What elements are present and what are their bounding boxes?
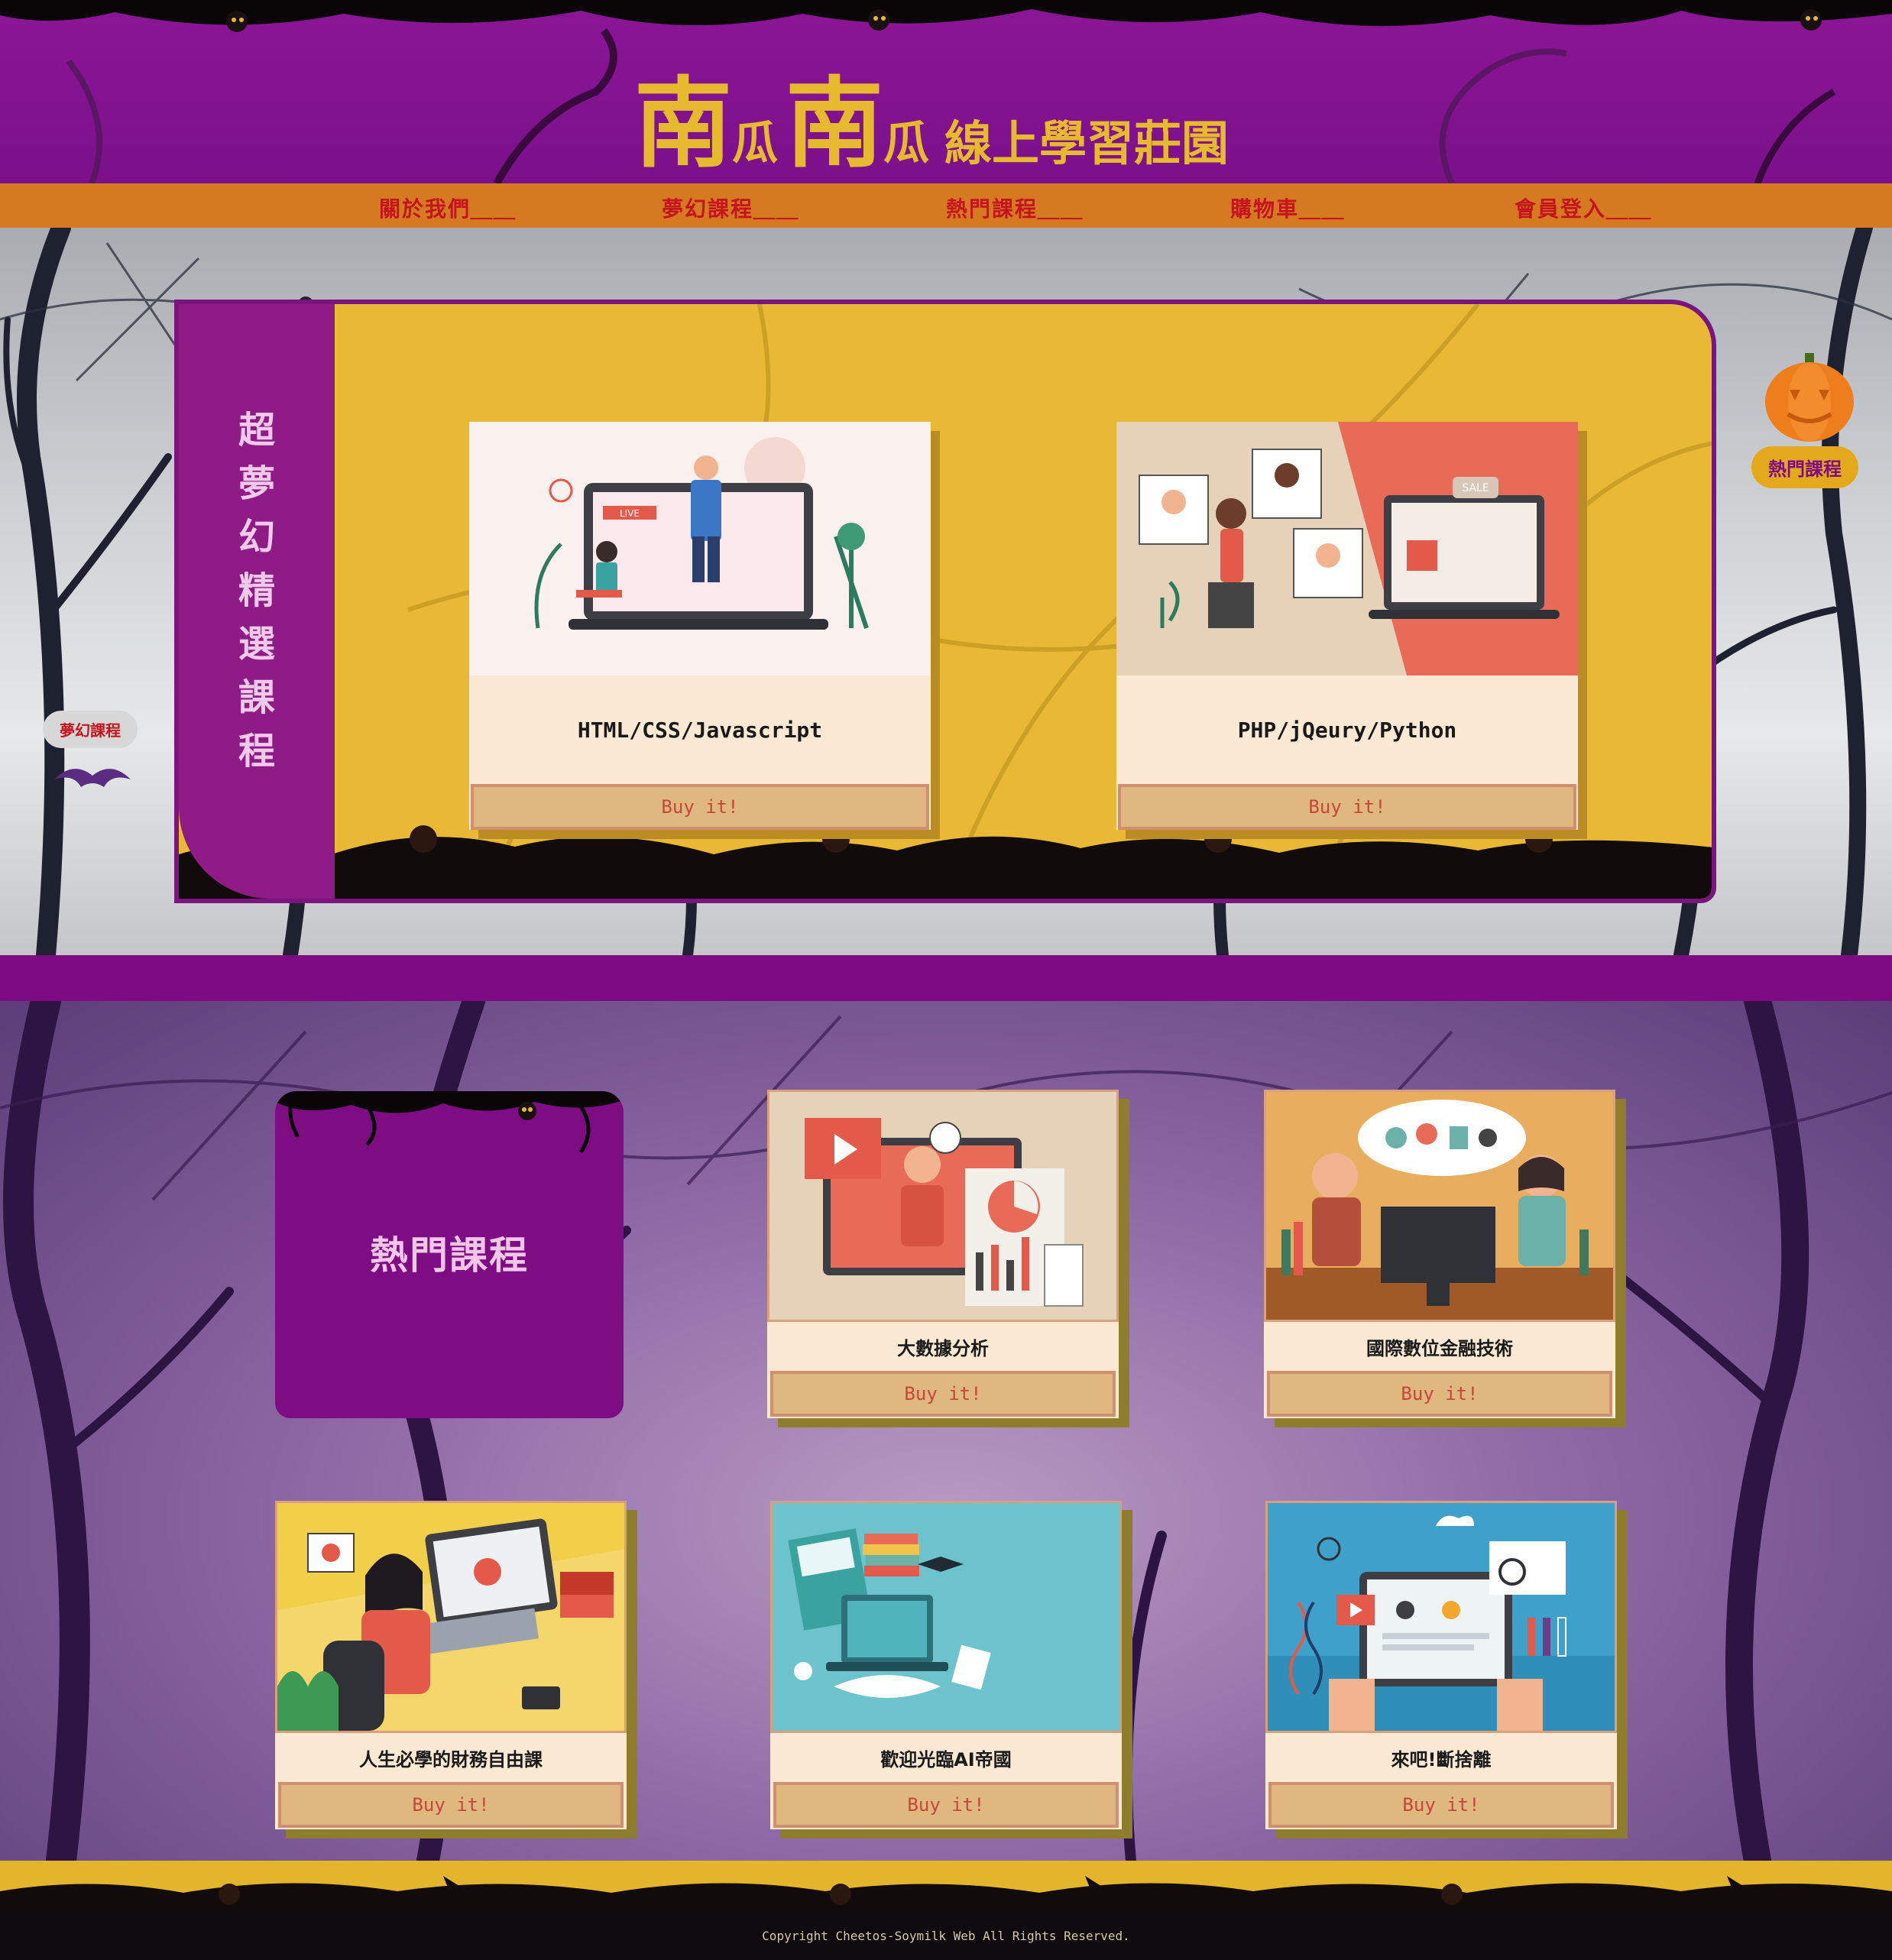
buy-button[interactable]: Buy it! — [471, 784, 929, 830]
nav-login[interactable]: 會員登入＿＿ — [1515, 193, 1652, 223]
video-presentation-illustration — [767, 1090, 1119, 1322]
site-title-char: 南 — [786, 67, 884, 181]
site-header: 南 瓜 南 瓜 線上學習莊園 — [0, 0, 1892, 183]
course-title: 來吧!斷捨離 — [1391, 1748, 1492, 1770]
course-title: 人生必學的財務自由課 — [359, 1748, 543, 1770]
course-card-declutter[interactable]: 來吧!斷捨離 Buy it! — [1265, 1501, 1617, 1829]
buy-button[interactable]: Buy it! — [278, 1782, 624, 1828]
bat-icon — [54, 769, 131, 787]
buy-button[interactable]: Buy it! — [770, 1371, 1116, 1417]
course-card-ai[interactable]: 歡迎光臨AI帝國 Buy it! — [770, 1501, 1122, 1829]
site-title-text: 線上學習莊園 — [944, 115, 1229, 171]
featured-title: 超 夢 幻 精 選 課 程 — [179, 403, 335, 778]
course-card-finance[interactable]: 人生必學的財務自由課 Buy it! — [275, 1501, 627, 1829]
sale-tag: SALE — [1462, 482, 1489, 494]
buy-button[interactable]: Buy it! — [1268, 1782, 1614, 1828]
site-title-char: 瓜 — [883, 117, 930, 170]
featured-title-char: 精 — [238, 569, 275, 612]
course-card-bigdata[interactable]: 大數據分析 Buy it! — [767, 1090, 1119, 1418]
live-tag: LIVE — [620, 508, 640, 519]
site-title[interactable]: 南 瓜 南 瓜 線上學習莊園 — [634, 60, 1229, 174]
course-title: HTML/CSS/Javascript — [577, 717, 823, 743]
tablet-science-illustration — [1265, 1501, 1617, 1733]
course-title: 歡迎光臨AI帝國 — [880, 1748, 1012, 1770]
hot-title: 熱門課程 — [370, 1233, 529, 1278]
course-card-fintech[interactable]: 國際數位金融技術 Buy it! — [1264, 1090, 1615, 1418]
site-title-char: 南 — [634, 67, 733, 181]
nav-dream-courses[interactable]: 夢幻課程＿＿ — [662, 193, 799, 223]
woman-laptop-illustration — [275, 1501, 627, 1733]
pumpkin-icon — [1765, 353, 1854, 442]
graveyard-silhouette — [0, 1876, 1892, 1910]
nav-cart[interactable]: 購物車＿＿ — [1230, 193, 1345, 223]
section-divider — [0, 955, 1892, 1001]
featured-title-char: 選 — [238, 623, 275, 666]
nav-hot-courses[interactable]: 熱門課程＿＿ — [946, 193, 1084, 223]
ecommerce-video-call-illustration: SALE — [1116, 422, 1578, 675]
featured-title-char: 幻 — [238, 516, 275, 559]
featured-title-char: 程 — [238, 730, 275, 773]
course-title: 大數據分析 — [897, 1337, 989, 1359]
course-title: PHP/jQeury/Python — [1237, 717, 1457, 743]
copyright-text: Copyright Cheetos-Soymilk Web All Rights… — [762, 1929, 1130, 1943]
main-nav: 關於我們＿＿ 夢幻課程＿＿ 熱門課程＿＿ 購物車＿＿ 會員登入＿＿ — [0, 183, 1892, 228]
spooky-vine-decoration — [275, 1091, 624, 1154]
featured-title-char: 超 — [238, 409, 275, 452]
course-card-php[interactable]: SALE PHP/jQeury/Python Buy it! — [1116, 422, 1578, 830]
buy-button[interactable]: Buy it! — [1267, 1371, 1612, 1417]
site-title-char: 瓜 — [732, 117, 779, 170]
buy-button[interactable]: Buy it! — [773, 1782, 1119, 1828]
laptop-books-illustration — [770, 1501, 1122, 1733]
float-badge-dream[interactable]: 夢幻課程 — [43, 711, 138, 748]
featured-title-char: 課 — [238, 676, 275, 719]
students-computer-illustration — [1264, 1090, 1615, 1322]
nav-about[interactable]: 關於我們＿＿ — [379, 193, 517, 223]
buy-button[interactable]: Buy it! — [1118, 784, 1576, 830]
footer-decoration — [0, 1861, 1892, 1910]
course-card-html[interactable]: LIVE HTML/CSS/Javascript Buy it! — [469, 422, 931, 830]
hot-panel: 熱門課程 — [275, 1091, 624, 1418]
online-live-class-illustration: LIVE — [469, 422, 931, 675]
site-footer: Copyright Cheetos-Soymilk Web All Rights… — [0, 1910, 1892, 1960]
course-title: 國際數位金融技術 — [1366, 1337, 1513, 1359]
featured-title-char: 夢 — [238, 462, 275, 505]
float-badge-hot[interactable]: 熱門課程 — [1751, 446, 1858, 488]
featured-sidebar: 超 夢 幻 精 選 課 程 — [179, 304, 335, 899]
